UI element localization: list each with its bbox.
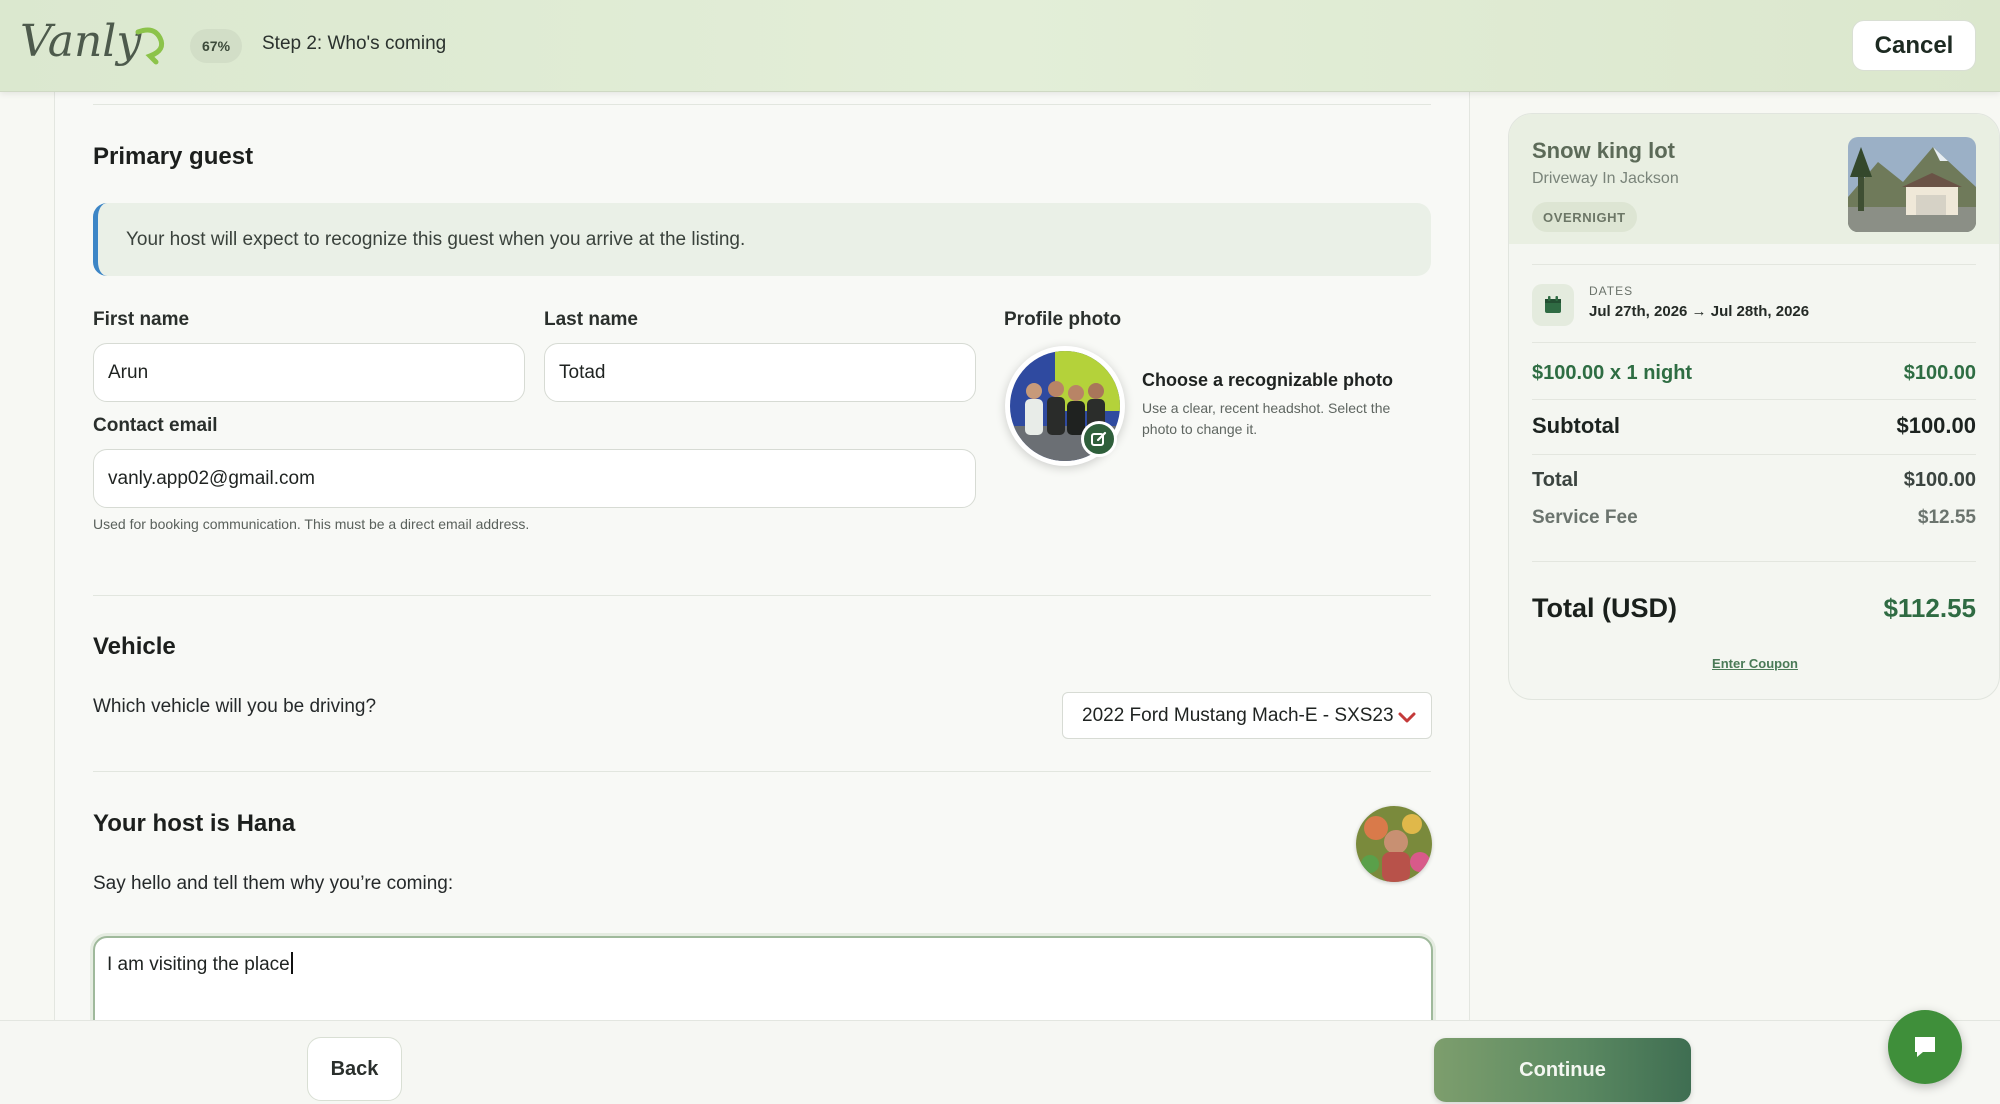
host-message-text: I am visiting the place (107, 954, 290, 975)
last-name-label: Last name (544, 309, 638, 330)
divider (93, 104, 1431, 105)
chevron-down-icon (1397, 707, 1417, 727)
enter-coupon-link[interactable]: Enter Coupon (1509, 656, 1999, 671)
divider (93, 595, 1431, 596)
grand-total-row: Total (USD) $112.55 (1532, 593, 1976, 624)
listing-name[interactable]: Snow king lot (1532, 138, 1675, 164)
host-message-prompt: Say hello and tell them why you’re comin… (93, 873, 454, 894)
service-fee-row: Service Fee $12.55 (1532, 507, 1976, 529)
stay-type-badge: OVERNIGHT (1532, 202, 1637, 232)
service-fee-label: Service Fee (1532, 507, 1638, 528)
service-fee-value: $12.55 (1917, 507, 1976, 528)
listing-subtitle: Driveway In Jackson (1532, 170, 1679, 187)
calendar-icon (1532, 284, 1574, 326)
total-value: $100.00 (1903, 469, 1976, 491)
svg-text:Vanly: Vanly (20, 16, 142, 67)
photo-guidance-title: Choose a recognizable photo (1142, 370, 1394, 390)
nightly-rate-row: $100.00 x 1 night $100.00 (1532, 362, 1976, 385)
divider (1532, 264, 1976, 265)
host-notice: Your host will expect to recognize this … (93, 203, 1431, 276)
subtotal-label: Subtotal (1532, 413, 1620, 438)
divider (1532, 454, 1976, 455)
progress-badge: 67% (190, 29, 243, 63)
profile-photo-label: Profile photo (1004, 309, 1122, 330)
dates-label: DATES (1589, 284, 1634, 298)
total-label: Total (1532, 469, 1579, 491)
divider (1532, 342, 1976, 343)
booking-summary-card: Snow king lot Driveway In Jackson OVERNI… (1508, 113, 2000, 700)
contact-email-input[interactable]: vanly.app02@gmail.com (93, 449, 976, 508)
cancel-button[interactable]: Cancel (1852, 20, 1976, 71)
email-help-text: Used for booking communication. This mus… (93, 516, 530, 532)
step-title: Step 2: Who's coming (262, 33, 447, 54)
vanly-logo[interactable]: Vanly (20, 14, 166, 74)
top-header: Vanly 67% Step 2: Who's coming Cancel (0, 0, 2000, 92)
dates-value: Jul 27th, 2026 → Jul 28th, 2026 (1589, 303, 1810, 320)
total-row: Total $100.00 (1532, 469, 1976, 492)
continue-button[interactable]: Continue (1434, 1038, 1691, 1102)
divider (1532, 561, 1976, 562)
first-name-input[interactable]: Arun (93, 343, 525, 402)
footer-bar: Back Continue (0, 1020, 2000, 1104)
edit-photo-icon[interactable] (1081, 421, 1117, 457)
nightly-rate-label: $100.00 x 1 night (1532, 362, 1693, 384)
chat-icon[interactable] (1888, 1010, 1962, 1084)
vehicle-question: Which vehicle will you be driving? (93, 696, 377, 717)
subtotal-row: Subtotal $100.00 (1532, 413, 1976, 439)
grand-total-value: $112.55 (1883, 593, 1976, 623)
back-button[interactable]: Back (307, 1037, 402, 1101)
listing-header: Snow king lot Driveway In Jackson OVERNI… (1509, 114, 1999, 244)
first-name-label: First name (93, 309, 190, 330)
photo-guidance-text: Use a clear, recent headshot. Select the… (1142, 400, 1391, 437)
host-avatar (1356, 806, 1432, 882)
subtotal-value: $100.00 (1896, 413, 1976, 438)
primary-guest-title: Primary guest (93, 143, 254, 170)
divider (93, 771, 1431, 772)
grand-total-label: Total (USD) (1532, 593, 1677, 623)
nightly-rate-value: $100.00 (1903, 362, 1976, 384)
contact-email-label: Contact email (93, 415, 218, 436)
host-title: Your host is Hana (93, 810, 296, 837)
vehicle-select[interactable]: 2022 Ford Mustang Mach-E - SXS23 (1062, 692, 1432, 739)
divider (1532, 399, 1976, 400)
vehicle-title: Vehicle (93, 633, 176, 660)
text-cursor (290, 952, 293, 974)
vehicle-select-value: 2022 Ford Mustang Mach-E - SXS23 (1082, 704, 1394, 726)
listing-thumbnail[interactable] (1848, 137, 1976, 232)
last-name-input[interactable]: Totad (544, 343, 976, 402)
